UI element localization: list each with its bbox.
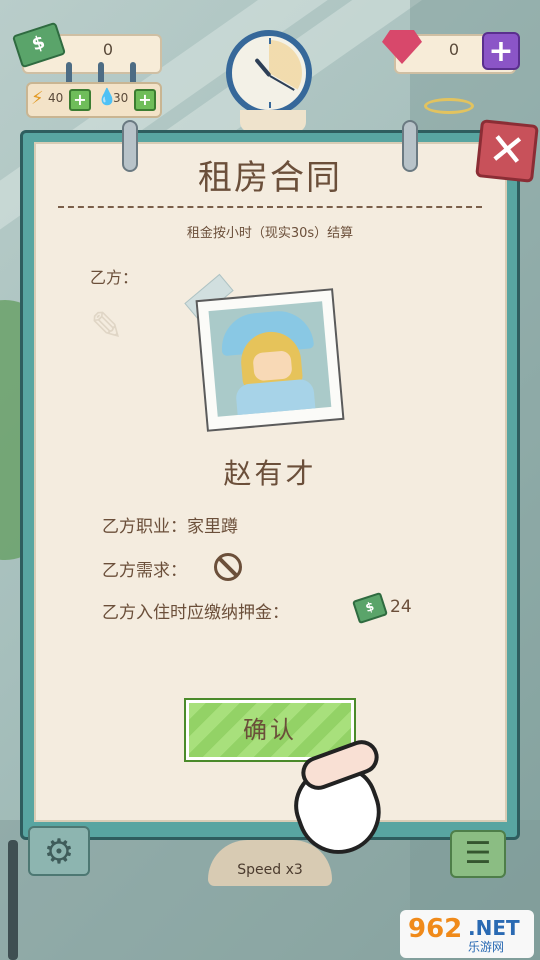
party-b-label: 乙方： [90,268,139,287]
settings-icon: ⚙ [43,832,75,872]
energy-value: 40 [48,91,64,105]
contract-title: 租房合同 [198,158,342,198]
needs-label: 乙方需求： [102,561,187,581]
tenant-portrait [195,288,345,432]
occupation-text: 乙方职业：家里蹲 [102,517,238,537]
hand-cursor-icon [283,735,393,866]
watermark-net: .NET [468,916,520,940]
clock-icon [226,30,312,116]
gem-value: 0 [448,40,460,59]
clock-stand [240,110,306,132]
contract-subtitle: 租金按小时（现实30s）结算 [186,226,354,241]
settings-button[interactable]: ⚙ [28,826,90,876]
money-value: 0 [102,40,114,59]
halo-icon [424,98,474,114]
divider [58,206,482,208]
deposit-amount: 24 [390,597,412,617]
speed-label: Speed x3 [237,862,303,878]
add-gem-button[interactable]: + [482,32,520,70]
no-entry-icon [214,553,242,581]
deposit-label: 乙方入住时应缴纳押金： [102,603,289,623]
watermark: 962 .NET 乐游网 [400,910,534,958]
list-icon: ☰ [464,836,492,871]
tenant-name: 赵有才 [223,457,317,490]
watermark-site: 乐游网 [468,940,505,954]
water-value: 30 [113,91,129,105]
feather-icon: ✎ [90,304,124,350]
add-water-button[interactable]: + [134,89,156,111]
watermark-logo: 962 [408,914,463,944]
task-list-button[interactable]: ☰ [450,830,506,878]
add-energy-button[interactable]: + [69,89,91,111]
energy-icon: ⚡ [31,88,44,109]
